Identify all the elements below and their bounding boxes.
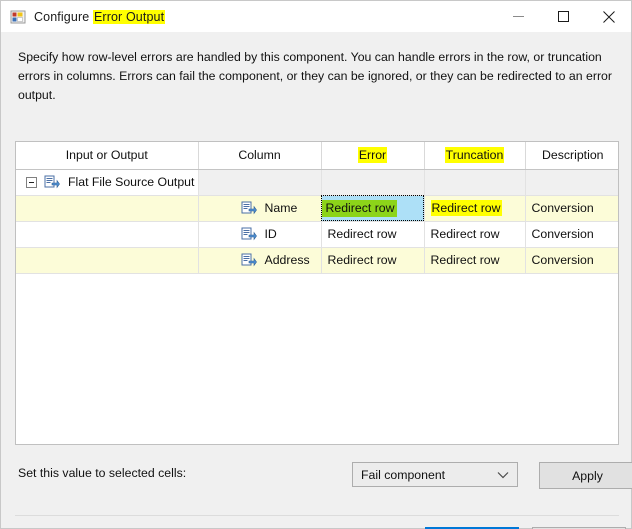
group-cell-error[interactable] xyxy=(321,169,425,196)
title-bar: Configure Error Output xyxy=(1,1,631,32)
table-row[interactable]: Name Redirect row Redirect row Conversio… xyxy=(16,195,618,222)
column-header-label: Column xyxy=(238,148,281,163)
column-header-error[interactable]: Error xyxy=(321,142,425,170)
footer-divider xyxy=(15,515,619,516)
table-row[interactable]: ID Redirect row Redirect row Conversion xyxy=(16,221,618,248)
table-row-group[interactable]: Flat File Source Output xyxy=(16,169,618,196)
set-value-row: Set this value to selected cells: Fail c… xyxy=(18,462,632,489)
apply-button-label: Apply xyxy=(572,468,603,483)
output-icon xyxy=(44,175,60,189)
collapse-icon[interactable] xyxy=(26,176,37,188)
group-cell-input-or-output[interactable]: Flat File Source Output xyxy=(16,169,199,196)
set-value-label: Set this value to selected cells: xyxy=(18,466,187,480)
configure-error-output-dialog: Configure Error Output Specify how row-l… xyxy=(0,0,632,529)
window-title-highlight: Error Output xyxy=(92,9,166,24)
close-icon[interactable] xyxy=(586,1,631,32)
cell-truncation-label: Redirect row xyxy=(430,200,502,216)
error-output-grid[interactable]: Input or Output Column Error Truncation xyxy=(15,141,619,445)
cell-error[interactable]: Redirect row xyxy=(321,221,425,248)
set-value-dropdown[interactable]: Fail component xyxy=(352,462,518,487)
ssis-component-icon xyxy=(10,9,26,25)
output-column-icon xyxy=(241,201,257,215)
group-cell-description[interactable] xyxy=(525,169,618,196)
intro-text: Specify how row-level errors are handled… xyxy=(18,50,612,102)
cell-column-label: Name xyxy=(264,201,298,215)
cell-error-label: Redirect row xyxy=(321,199,397,217)
column-header-label: Error xyxy=(357,147,388,164)
column-header-description[interactable]: Description xyxy=(525,142,618,170)
group-label: Flat File Source Output xyxy=(68,175,195,189)
cell-column[interactable]: Address xyxy=(198,247,322,274)
cell-input-or-output[interactable] xyxy=(16,247,199,274)
column-header-truncation[interactable]: Truncation xyxy=(424,142,526,170)
table-row[interactable]: Address Redirect row Redirect row Conver… xyxy=(16,247,618,274)
cell-truncation[interactable]: Redirect row xyxy=(424,247,526,274)
grid-header-row: Input or Output Column Error Truncation xyxy=(16,142,618,170)
cell-description[interactable]: Conversion xyxy=(525,247,618,274)
apply-button[interactable]: Apply xyxy=(539,462,632,489)
cell-input-or-output[interactable] xyxy=(16,221,199,248)
column-header-label: Truncation xyxy=(444,147,505,164)
cell-column[interactable]: Name xyxy=(198,195,322,222)
column-header-column[interactable]: Column xyxy=(198,142,322,170)
cell-description[interactable]: Conversion xyxy=(525,221,618,248)
dialog-body: Specify how row-level errors are handled… xyxy=(1,32,632,529)
cell-column-label: ID xyxy=(264,227,277,241)
cell-error-selected[interactable]: Redirect row xyxy=(321,195,425,222)
cell-description[interactable]: Conversion xyxy=(525,195,618,222)
cell-truncation[interactable]: Redirect row xyxy=(424,195,526,222)
chevron-down-icon xyxy=(497,468,509,482)
maximize-icon[interactable] xyxy=(541,1,586,32)
cell-truncation[interactable]: Redirect row xyxy=(424,221,526,248)
cell-column-label: Address xyxy=(264,253,310,267)
cell-input-or-output[interactable] xyxy=(16,195,199,222)
window-controls xyxy=(496,1,631,32)
output-column-icon xyxy=(241,253,257,267)
minimize-icon[interactable] xyxy=(496,1,541,32)
set-value-dropdown-value: Fail component xyxy=(361,467,446,482)
group-cell-truncation[interactable] xyxy=(424,169,526,196)
group-cell-column[interactable] xyxy=(198,169,322,196)
column-header-label: Input or Output xyxy=(65,148,148,163)
cell-error[interactable]: Redirect row xyxy=(321,247,425,274)
cell-column[interactable]: ID xyxy=(198,221,322,248)
window-title: Configure Error Output xyxy=(34,9,166,24)
window-title-prefix: Configure xyxy=(34,9,93,24)
column-header-input-or-output[interactable]: Input or Output xyxy=(16,142,199,170)
column-header-label: Description xyxy=(541,148,604,163)
output-column-icon xyxy=(241,227,257,241)
